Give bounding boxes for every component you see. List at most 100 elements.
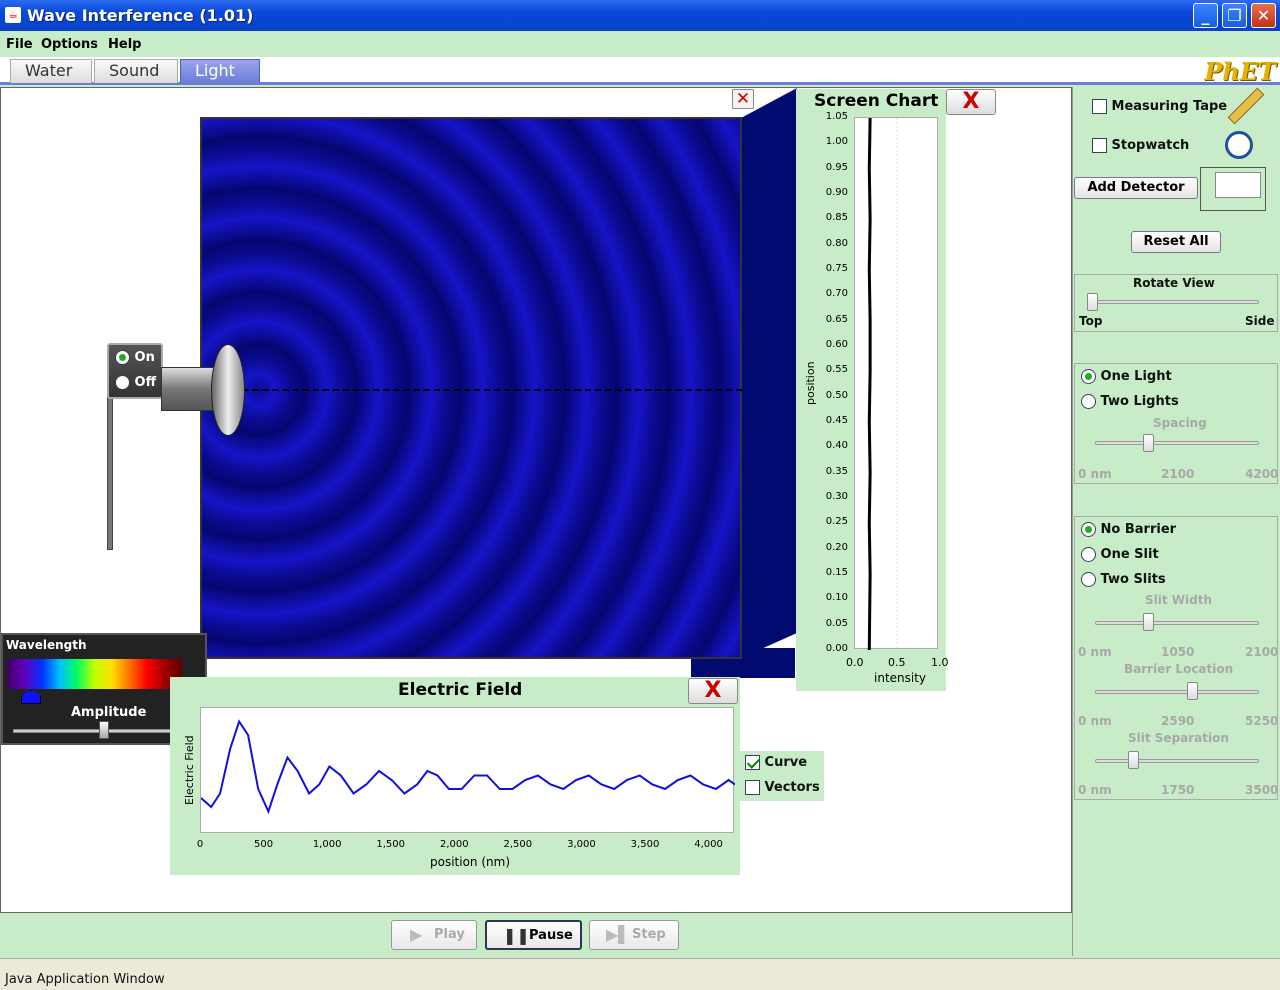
amplitude-title: Amplitude [71, 705, 147, 720]
step-button[interactable]: ▶▌ Step [589, 920, 679, 950]
screen-chart-ytick: 0.85 [825, 212, 848, 224]
screen-chart-ytick: 1.00 [825, 136, 848, 148]
menu-options[interactable]: Options [41, 37, 98, 52]
minimize-button[interactable]: _ [1193, 3, 1218, 28]
screen-chart-title: Screen Chart [814, 91, 939, 111]
source-on-option[interactable]: On [115, 350, 155, 365]
slit-separation-mid: 1750 [1161, 783, 1195, 797]
screen-chart-ytick: 0.65 [825, 313, 848, 325]
screen-chart-ytick: 0.60 [825, 339, 848, 350]
play-button[interactable]: ▶ Play [391, 920, 477, 950]
screen-chart-xlabel: intensity [874, 671, 927, 685]
two-lights-option[interactable]: Two Lights [1081, 394, 1179, 409]
measuring-tape-option[interactable]: Measuring Tape [1092, 99, 1227, 114]
electric-field-xtick: 3,000 [567, 839, 596, 850]
close-wave-area-button[interactable]: ✕ [732, 89, 754, 109]
vectors-option[interactable]: Vectors [745, 780, 820, 795]
rotate-view-group: Rotate View Top Side [1074, 274, 1278, 332]
step-icon: ▶▌ [606, 925, 631, 944]
source-off-radio[interactable] [115, 375, 130, 390]
menu-help[interactable]: Help [108, 37, 141, 52]
one-slit-option[interactable]: One Slit [1081, 547, 1159, 562]
stopwatch-icon [1225, 131, 1253, 159]
flashlight-body [161, 367, 217, 411]
two-lights-radio[interactable] [1081, 394, 1096, 409]
barrier-location-label: Barrier Location [1124, 662, 1234, 676]
curve-option[interactable]: Curve [745, 755, 807, 770]
close-screen-chart-button[interactable]: X [946, 89, 996, 115]
playback-bar: ▶ Play ❚❚ Pause ▶▌ Step [0, 913, 1072, 957]
tab-strip: Water Sound Light PhET [0, 57, 1280, 86]
barrier-group: No Barrier One Slit Two Slits Slit Width… [1074, 516, 1278, 800]
electric-field-panel: Electric Field X Electric Field 0 500 1,00… [170, 677, 740, 875]
tab-light[interactable]: Light [180, 59, 260, 83]
status-bar: Java Application Window [0, 958, 1280, 990]
source-on-radio[interactable] [115, 350, 130, 365]
source-off-option[interactable]: Off [115, 375, 156, 390]
maximize-button[interactable]: ❐ [1222, 3, 1247, 28]
center-line [202, 389, 742, 391]
slit-separation-max: 3500 [1245, 783, 1279, 797]
source-switch-panel: On Off [107, 343, 163, 399]
reset-all-button[interactable]: Reset All [1131, 231, 1221, 253]
rotate-view-top-label: Top [1079, 314, 1103, 328]
source-stand [107, 390, 113, 550]
tab-sound[interactable]: Sound [94, 59, 178, 83]
electric-field-ylabel: Electric Field [183, 735, 196, 805]
no-barrier-radio[interactable] [1081, 522, 1096, 537]
add-detector-button[interactable]: Add Detector [1074, 177, 1198, 199]
screen-chart-xtick-1: 0.5 [888, 656, 906, 669]
menu-bar: File Options Help [0, 33, 1280, 55]
electric-field-xtick: 2,000 [439, 839, 469, 850]
wavelength-spectrum-slider[interactable] [7, 659, 182, 689]
rotate-view-thumb[interactable] [1087, 293, 1098, 311]
one-slit-radio[interactable] [1081, 547, 1096, 562]
detector-icon [1200, 167, 1266, 211]
measuring-tape-checkbox[interactable] [1092, 99, 1107, 114]
measuring-tape-icon [1227, 87, 1265, 125]
vectors-checkbox[interactable] [745, 780, 760, 795]
amplitude-thumb[interactable] [99, 721, 109, 739]
rotate-view-side-label: Side [1245, 314, 1275, 328]
barrier-location-min: 0 nm [1078, 714, 1112, 728]
wave-area [200, 117, 742, 659]
one-light-radio[interactable] [1081, 369, 1096, 384]
tab-water[interactable]: Water [10, 59, 92, 83]
close-electric-field-button[interactable]: X [688, 678, 738, 704]
barrier-location-mid: 2590 [1161, 714, 1195, 728]
two-slits-option[interactable]: Two Slits [1081, 572, 1166, 587]
screen-chart-intensity-line [867, 117, 872, 651]
screen-chart-ytick: 0.35 [825, 465, 848, 477]
screen-chart-ytick: 0.15 [825, 567, 848, 578]
screen-chart-ytick: 0.25 [825, 516, 848, 528]
java-icon: ☕ [5, 7, 21, 23]
slit-separation-label: Slit Separation [1128, 731, 1229, 745]
close-window-button[interactable]: ✕ [1251, 3, 1276, 28]
stopwatch-checkbox[interactable] [1092, 138, 1107, 153]
screen-chart-ytick: 0.90 [825, 187, 848, 198]
wavelength-thumb[interactable] [21, 690, 41, 704]
two-slits-radio[interactable] [1081, 572, 1096, 587]
screen-chart-ylabel: position [804, 361, 817, 405]
menu-file[interactable]: File [6, 37, 33, 52]
curve-checkbox[interactable] [745, 755, 760, 770]
stopwatch-option[interactable]: Stopwatch [1092, 138, 1189, 153]
barrier-location-max: 5250 [1245, 714, 1279, 728]
screen-chart-ytick: 0.20 [825, 541, 848, 553]
screen-chart-panel: Screen Chart X 1.05 1.00 0.95 0.90 0.85 0.80 0… [796, 89, 996, 691]
screen-chart-ytick: 1.05 [825, 111, 848, 122]
rotate-view-slider[interactable] [1089, 300, 1259, 304]
barrier-location-thumb [1187, 682, 1198, 700]
control-panel: Measuring Tape Stopwatch Add Detector Re… [1072, 87, 1280, 956]
phet-logo: PhET [1204, 57, 1276, 86]
spacing-slider [1095, 441, 1259, 445]
pause-button[interactable]: ❚❚ Pause [485, 920, 582, 950]
one-light-option[interactable]: One Light [1081, 369, 1172, 384]
electric-field-curve [200, 719, 736, 815]
detector-icon-screen [1215, 172, 1261, 198]
slit-width-min: 0 nm [1078, 645, 1112, 659]
spacing-thumb [1143, 434, 1154, 452]
pause-icon: ❚❚ [503, 926, 530, 945]
slit-separation-thumb [1128, 751, 1139, 769]
no-barrier-option[interactable]: No Barrier [1081, 522, 1176, 537]
